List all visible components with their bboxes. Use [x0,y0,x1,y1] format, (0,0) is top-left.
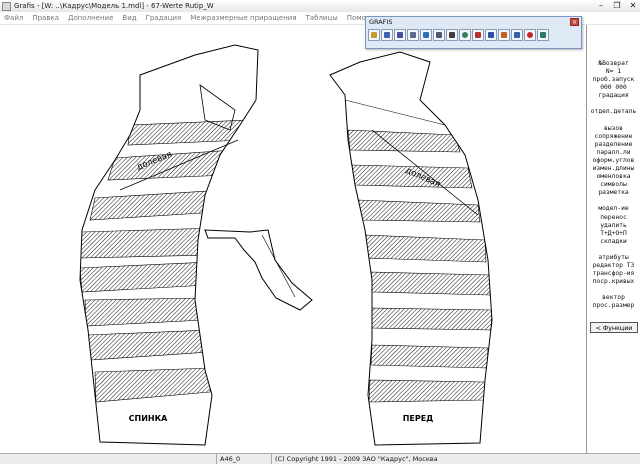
globe-icon[interactable] [459,29,471,41]
toolbox-title: GRAFIS [369,18,393,26]
right-panel-item[interactable]: T+Д+О+П [587,230,640,238]
app-icon [2,1,11,11]
right-panel-item[interactable]: прос.размер [587,302,640,310]
stop-icon-glyph [527,32,533,38]
exit-icon[interactable] [537,29,549,41]
right-panel-item[interactable]: перенос [587,214,640,222]
right-panel-item[interactable]: трансфор-ия [587,270,640,278]
right-panel-item[interactable]: складки [587,238,640,246]
window-controls: – ❐ ✕ [596,1,638,10]
right-panel-item[interactable]: паралл.ли [587,149,640,157]
pattern-drawing[interactable]: долевая СПИНКА долевая ПЕРЕД [0,25,586,453]
right-panel-item[interactable]: вызов [587,125,640,133]
menu-edit[interactable]: Правка [28,14,64,22]
open-icon-glyph [371,32,377,38]
right-panel: №Возврат N= 1 проб.запуск 000 000 градация от… [586,25,640,453]
right-panel-item[interactable]: редактор ТЗ [587,262,640,270]
right-panel-content: №Возврат N= 1 проб.запуск 000 000 градация от… [587,25,640,310]
grade-icon-glyph [488,32,494,38]
right-panel-item[interactable]: сопряжение [587,133,640,141]
print-icon[interactable] [381,29,393,41]
right-panel-item[interactable]: градация [587,92,640,100]
right-panel-item[interactable]: модел-ие [587,205,640,213]
menu-tables[interactable]: Таблицы [302,14,343,22]
delete-x-icon[interactable] [472,29,484,41]
menu-file[interactable]: Файл [0,14,28,22]
globe-icon-glyph [462,32,468,38]
toolbox-close-icon[interactable]: × [570,18,579,26]
right-panel-separator [587,100,640,108]
right-panel-item[interactable]: вектор [587,294,640,302]
menu-grading[interactable]: Градация [142,14,187,22]
right-panel-item[interactable]: атрибуты [587,254,640,262]
right-panel-separator [587,286,640,294]
grade-icon[interactable] [485,29,497,41]
save-icon[interactable] [394,29,406,41]
right-panel-item[interactable]: 000 000 [587,84,640,92]
right-panel-separator [587,197,640,205]
arrow-down-icon-glyph [514,32,520,38]
menu-view[interactable]: Вид [118,14,141,22]
grafis-toolbox[interactable]: GRAFIS × [365,16,582,49]
right-panel-item[interactable]: N= 1 [587,68,640,76]
back-piece-label: СПИНКА [129,414,168,423]
open-icon[interactable] [368,29,380,41]
layers-icon[interactable] [433,29,445,41]
download-icon-glyph [501,32,507,38]
arrow-down-icon[interactable] [511,29,523,41]
toolbox-title-bar[interactable]: GRAFIS × [366,17,581,28]
right-panel-item[interactable]: №Возврат [587,60,640,68]
front-piece-label: ПЕРЕД [403,414,434,423]
toolbox-buttons [366,28,581,42]
ruler-icon-glyph [449,32,455,38]
back-piece[interactable]: долевая СПИНКА [79,44,259,446]
right-panel-separator [587,246,640,254]
status-bar: A46_0 (C) Copyright 1991 - 2009 ЗАО "Кад… [0,453,640,464]
right-panel-item[interactable]: поср.кривых [587,278,640,286]
user-icon[interactable] [420,29,432,41]
right-panel-item[interactable]: измен.длины [587,165,640,173]
menu-addition[interactable]: Дополнение [64,14,118,22]
stop-icon[interactable] [524,29,536,41]
right-panel-item[interactable]: отдел.деталь [587,108,640,116]
window-title: Grafis - [W: ..\Кадрус\Модель 1.mdl] - 6… [14,2,214,10]
print-icon-glyph [384,32,390,38]
facing-piece[interactable] [204,229,313,311]
right-panel-item[interactable]: оменловка [587,173,640,181]
right-panel-separator [587,117,640,125]
ruler-icon[interactable] [446,29,458,41]
user-icon-glyph [423,32,429,38]
right-panel-item[interactable]: разделение [587,141,640,149]
search-icon[interactable] [407,29,419,41]
right-panel-item[interactable]: оформ.углов [587,157,640,165]
right-panel-item[interactable]: разметка [587,189,640,197]
exit-icon-glyph [540,32,546,38]
drawing-canvas[interactable]: долевая СПИНКА долевая ПЕРЕД [0,25,586,453]
layers-icon-glyph [436,32,442,38]
status-code: A46_0 [216,454,271,464]
menu-size-increments[interactable]: Межразмерные приращения [186,14,301,22]
front-piece[interactable]: долевая ПЕРЕД [329,51,493,446]
download-icon[interactable] [498,29,510,41]
close-icon[interactable]: ✕ [628,1,638,10]
functions-button[interactable]: < Функции [590,322,638,333]
right-panel-item[interactable]: удалить [587,222,640,230]
save-icon-glyph [397,32,403,38]
delete-x-icon-glyph [475,32,481,38]
right-panel-item[interactable]: символы [587,181,640,189]
right-panel-item[interactable]: проб.запуск [587,76,640,84]
minimize-icon[interactable]: – [596,1,606,10]
search-icon-glyph [410,32,416,38]
status-copyright: (C) Copyright 1991 - 2009 ЗАО "Кадрус", … [271,454,441,464]
restore-icon[interactable]: ❐ [612,1,622,10]
